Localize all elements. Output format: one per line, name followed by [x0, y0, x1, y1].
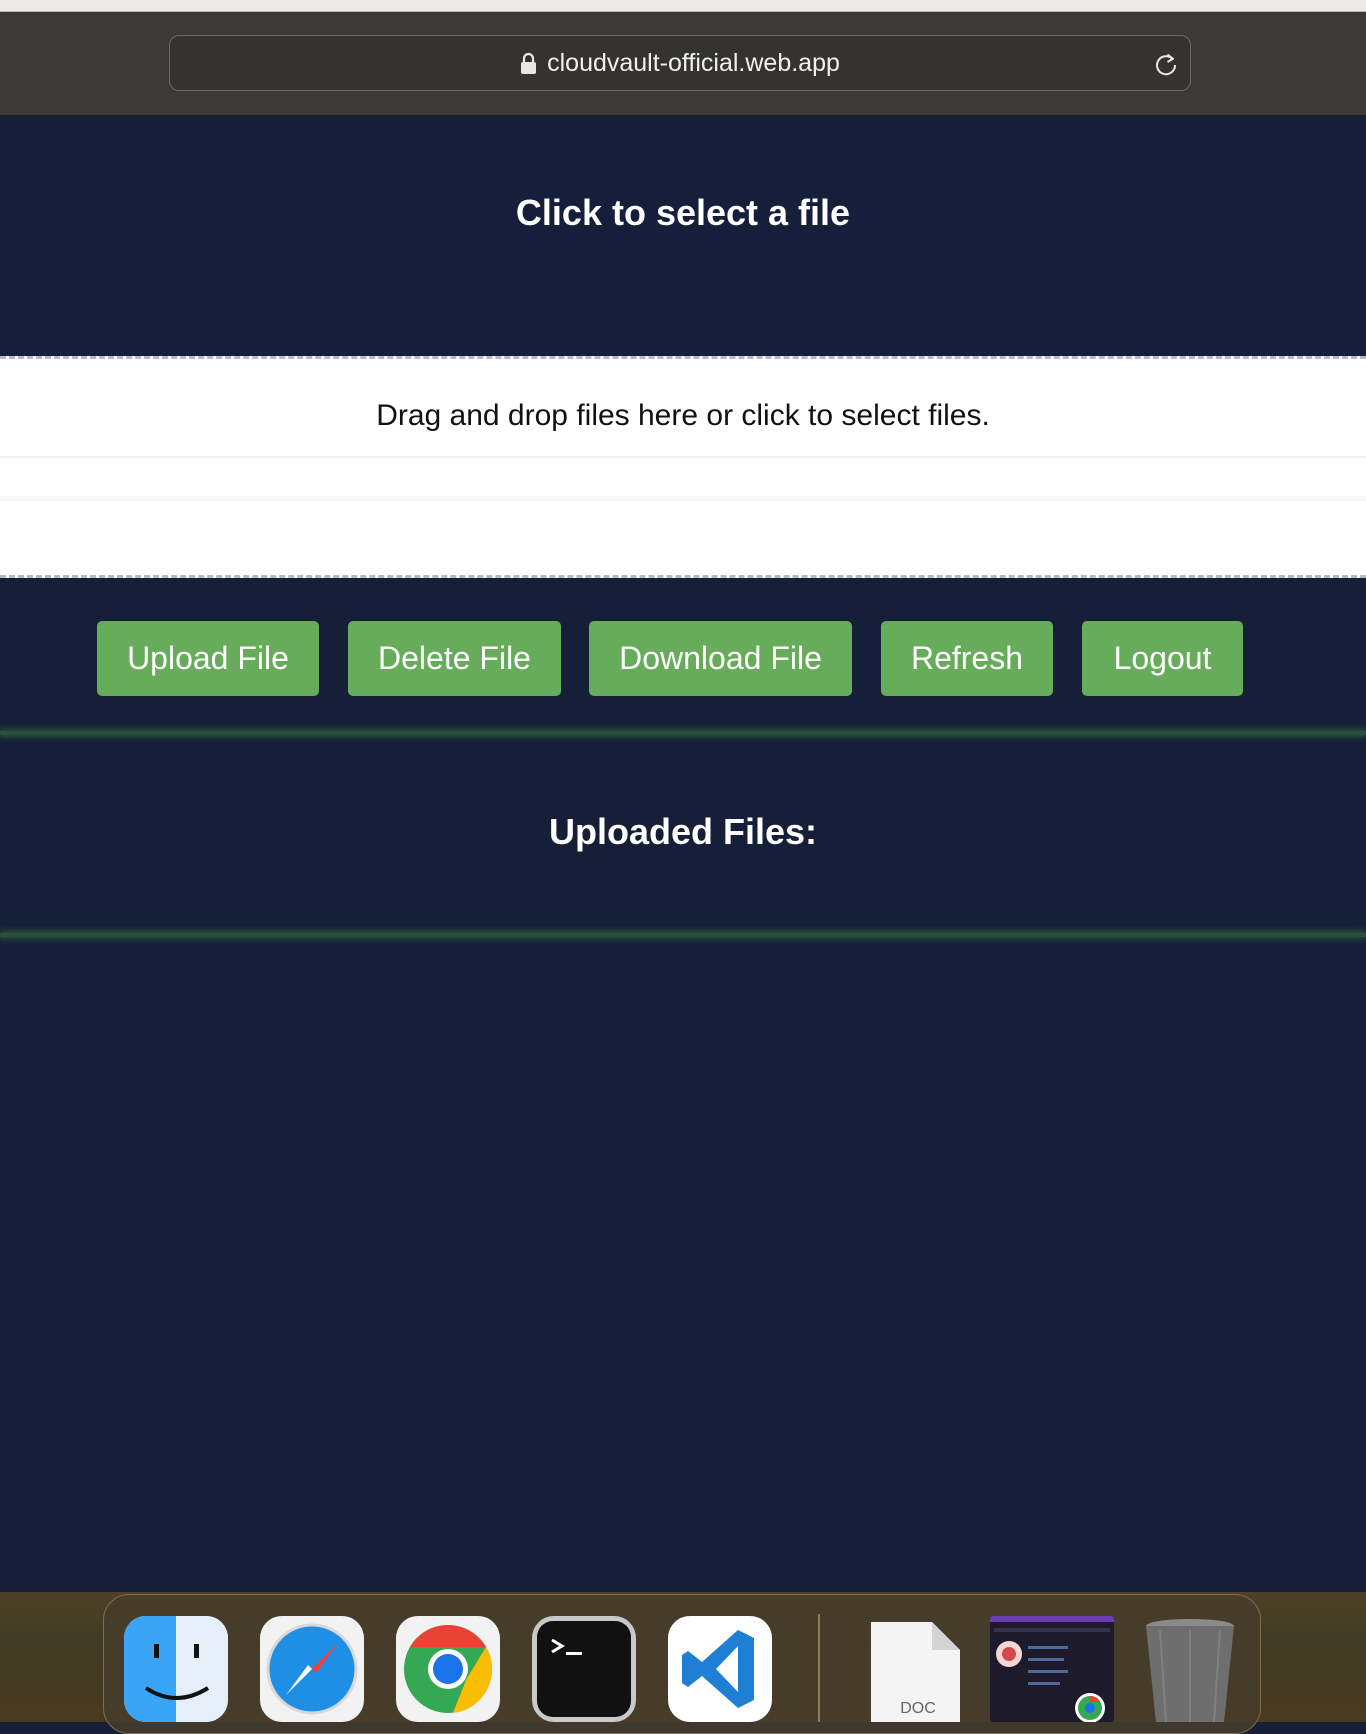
drop-zone[interactable]: Drag and drop files here or click to sel… — [0, 356, 1366, 578]
address-bar[interactable]: cloudvault-official.web.app — [169, 35, 1191, 91]
drop-zone-divider — [0, 456, 1366, 458]
window-top-edge — [0, 0, 1366, 12]
file-select-area[interactable]: Click to select a file — [0, 117, 1366, 356]
drop-zone-divider — [0, 496, 1366, 501]
safari-icon[interactable] — [260, 1616, 364, 1722]
upload-file-button[interactable]: Upload File — [97, 621, 319, 696]
dock-divider — [818, 1614, 820, 1722]
vscode-icon[interactable] — [668, 1616, 772, 1722]
action-buttons: Upload File Delete File Download File Re… — [0, 578, 1366, 733]
doc-file-icon[interactable]: DOC — [866, 1616, 970, 1722]
uploaded-files-section: Uploaded Files: — [0, 737, 1366, 932]
drop-zone-text: Drag and drop files here or click to sel… — [376, 399, 990, 432]
doc-label: DOC — [900, 1700, 936, 1717]
finder-icon[interactable] — [124, 1616, 228, 1722]
section-divider — [0, 933, 1366, 937]
trash-icon[interactable] — [1138, 1616, 1242, 1722]
uploaded-files-heading: Uploaded Files: — [548, 811, 818, 852]
logout-button[interactable]: Logout — [1082, 621, 1243, 696]
terminal-icon[interactable] — [532, 1616, 636, 1722]
chrome-icon[interactable] — [396, 1616, 500, 1722]
browser-window-thumbnail[interactable] — [990, 1616, 1114, 1722]
delete-file-button[interactable]: Delete File — [348, 621, 561, 696]
url-text: cloudvault-official.web.app — [547, 48, 840, 77]
select-file-heading[interactable]: Click to select a file — [0, 192, 1366, 234]
file-list — [0, 938, 1366, 1592]
lock-icon — [520, 52, 537, 75]
reload-icon[interactable] — [1152, 50, 1180, 78]
download-file-button[interactable]: Download File — [589, 621, 852, 696]
browser-toolbar: cloudvault-official.web.app — [0, 12, 1366, 116]
section-divider — [0, 731, 1366, 735]
refresh-button[interactable]: Refresh — [881, 621, 1053, 696]
